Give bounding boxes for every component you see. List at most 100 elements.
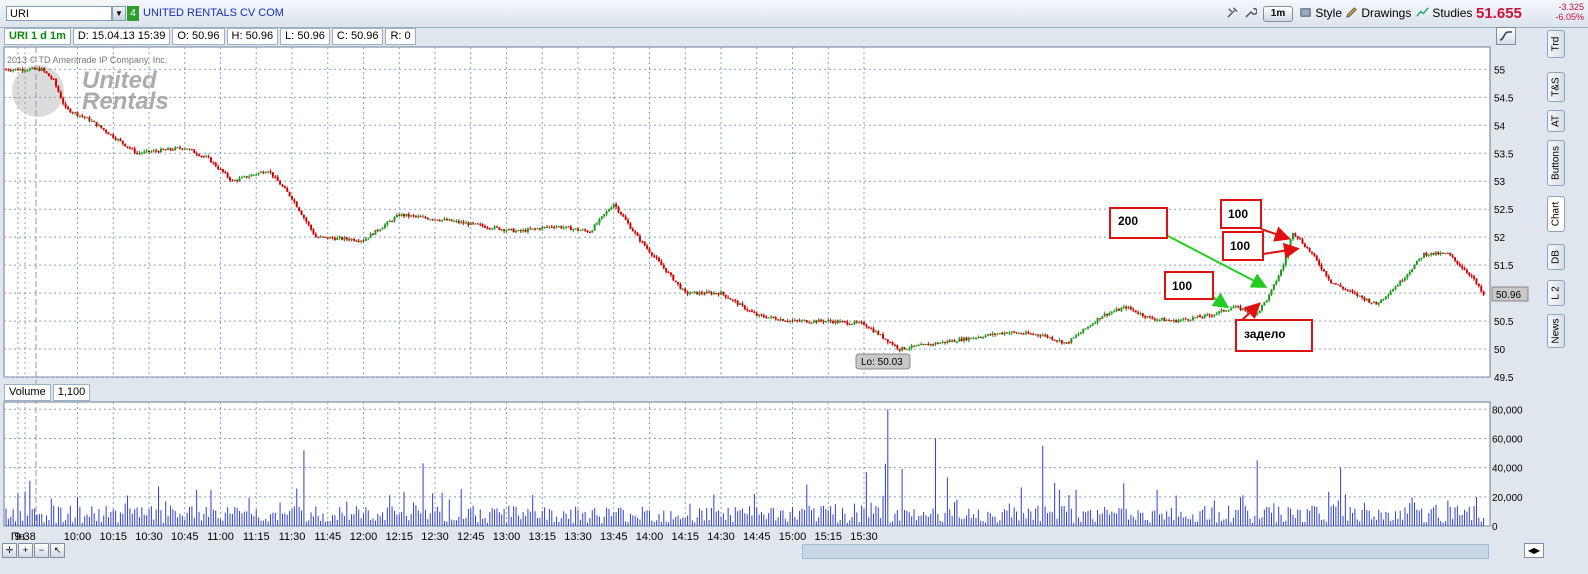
- zoom-out-icon[interactable]: −: [34, 543, 49, 558]
- candle-body: [329, 237, 332, 239]
- candle-body: [102, 128, 105, 130]
- style-button[interactable]: Style: [1299, 4, 1342, 22]
- candle-body: [719, 291, 722, 295]
- candle-body: [395, 214, 398, 218]
- candle-body: [519, 230, 522, 232]
- candle-body: [774, 317, 777, 320]
- candle-body: [1044, 335, 1047, 337]
- price-chart[interactable]: 2013 © TD Ameritrade IP Company, Inc. Un…: [0, 45, 1545, 545]
- tab-at[interactable]: AT: [1547, 110, 1565, 132]
- candle-body: [457, 220, 460, 223]
- candle-body: [64, 103, 67, 107]
- candle-body: [1029, 333, 1032, 335]
- candle-body: [462, 221, 465, 224]
- tab-news[interactable]: News: [1547, 314, 1565, 348]
- candle-body: [1382, 298, 1385, 300]
- symbol-dropdown-icon[interactable]: ▼: [112, 6, 126, 21]
- wrench-icon[interactable]: [1244, 4, 1257, 22]
- candle-body: [1411, 269, 1414, 272]
- tab-buttons[interactable]: Buttons: [1547, 140, 1565, 186]
- horizontal-scrollbar[interactable]: [802, 544, 1489, 559]
- candle-body: [681, 288, 684, 290]
- pointer-icon[interactable]: ↖: [50, 543, 65, 558]
- tab-db[interactable]: DB: [1547, 244, 1565, 270]
- candle-body: [560, 226, 563, 229]
- candle-body: [646, 245, 649, 249]
- candle-body: [586, 230, 589, 233]
- candle-body: [631, 228, 634, 232]
- candle-body: [598, 218, 601, 224]
- price-tick-label: 53: [1494, 177, 1506, 188]
- time-tick-label: 12:15: [385, 531, 413, 543]
- candle-body: [5, 69, 7, 71]
- candle-body: [1423, 252, 1426, 258]
- candle-body: [1396, 285, 1399, 287]
- candle-body: [424, 216, 427, 218]
- drawings-button[interactable]: Drawings: [1345, 4, 1411, 22]
- candle-body: [636, 233, 639, 236]
- chart-title[interactable]: URI 1 d 1m: [4, 28, 71, 45]
- candle-body: [498, 227, 501, 230]
- tab-chart[interactable]: Chart: [1547, 196, 1565, 232]
- candle-body: [267, 171, 270, 173]
- candle-body: [69, 108, 72, 113]
- tab-trd[interactable]: Trd: [1547, 30, 1565, 58]
- candle-body: [1265, 300, 1268, 303]
- candle-body: [57, 86, 60, 92]
- candle-body: [1482, 291, 1485, 295]
- candle-body: [605, 211, 608, 215]
- candle-body: [553, 227, 556, 229]
- time-tick-label: 13:15: [528, 531, 556, 543]
- chart-settings-button[interactable]: [1496, 27, 1516, 45]
- zoom-in-icon[interactable]: +: [18, 543, 33, 558]
- symbol-input[interactable]: URI: [6, 6, 112, 21]
- candle-body: [1294, 233, 1297, 236]
- candle-body: [1091, 323, 1094, 326]
- candle-body: [1232, 306, 1235, 309]
- period-button[interactable]: 1m: [1263, 6, 1293, 22]
- studies-button[interactable]: Studies: [1416, 4, 1472, 22]
- candle-body: [1153, 318, 1156, 321]
- candle-body: [155, 150, 158, 152]
- candle-body: [893, 344, 896, 346]
- candle-body: [178, 147, 181, 149]
- tab-level2[interactable]: L 2: [1547, 280, 1565, 306]
- candle-body: [174, 147, 177, 150]
- pan-arrows-icon[interactable]: ◀▶: [1524, 543, 1544, 558]
- link-group-badge[interactable]: 4: [127, 6, 139, 21]
- candle-body: [264, 172, 267, 174]
- time-tick-label: 12:00: [350, 531, 378, 543]
- candle-body: [343, 237, 346, 240]
- candle-body: [231, 180, 234, 182]
- candle-body: [1134, 310, 1137, 313]
- candle-body: [1017, 333, 1020, 335]
- candle-body: [405, 214, 408, 217]
- candle-body: [1051, 337, 1054, 340]
- candle-body: [591, 230, 594, 233]
- volume-label[interactable]: Volume: [4, 384, 51, 401]
- candle-body: [1158, 319, 1161, 321]
- volume-tick-label: 0: [1492, 522, 1498, 533]
- candle-body: [653, 255, 656, 257]
- candle-body: [1463, 268, 1466, 271]
- candle-body: [1401, 280, 1404, 282]
- tools-icon[interactable]: [1226, 4, 1239, 22]
- candle-body: [538, 228, 541, 230]
- candle-body: [1370, 302, 1373, 304]
- candle-body: [479, 224, 482, 226]
- crosshair-icon[interactable]: ✛: [2, 543, 17, 558]
- candle-body: [808, 322, 811, 324]
- candle-body: [436, 219, 439, 221]
- candle-body: [78, 115, 81, 117]
- candle-body: [126, 146, 129, 148]
- net-change: -3.325: [1558, 2, 1584, 12]
- annotation-box-100-a: 100: [1164, 271, 1214, 300]
- candle-body: [467, 222, 470, 226]
- candle-body: [541, 227, 544, 230]
- tab-time-sales[interactable]: T&S: [1547, 72, 1565, 102]
- candle-body: [488, 227, 491, 229]
- candle-body: [348, 239, 351, 241]
- candle-body: [903, 347, 906, 350]
- candle-body: [1277, 275, 1280, 282]
- candle-body: [1122, 306, 1125, 309]
